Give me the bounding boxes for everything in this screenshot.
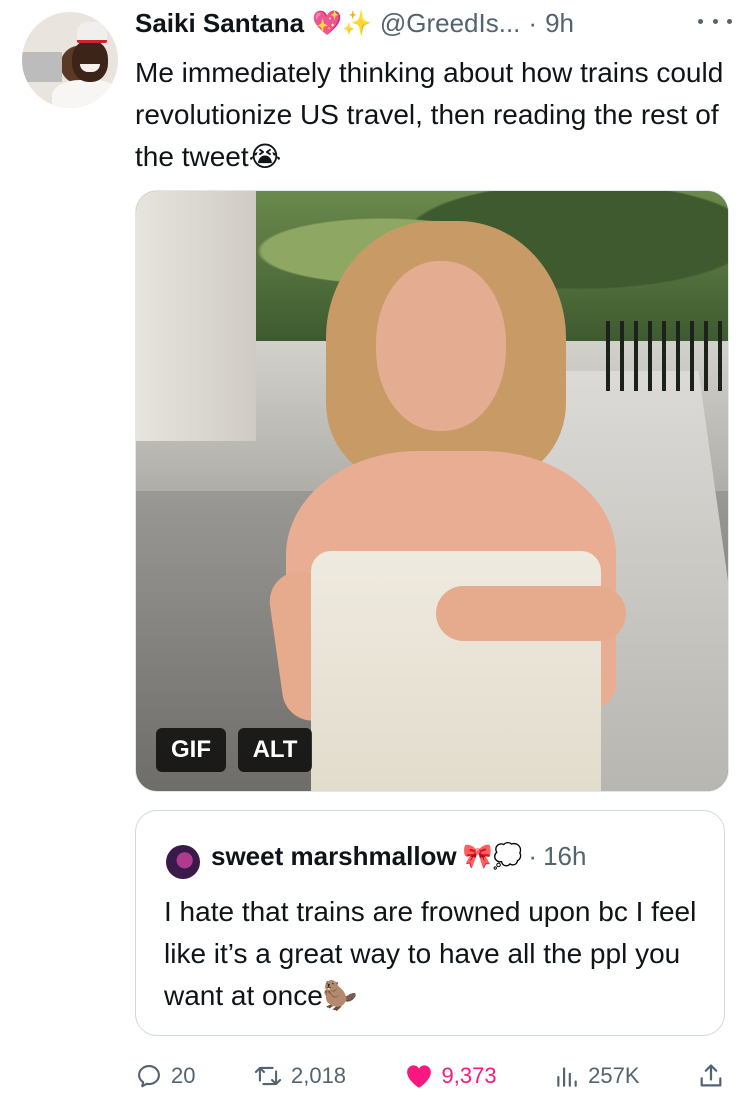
quote-separator: · [528,841,538,871]
tweet-timestamp[interactable]: 9h [545,8,574,39]
author-avatar[interactable] [22,12,118,108]
avatar-face [72,40,108,82]
quoted-tweet[interactable]: sweet marshmallow 🎀💭 · 16h I hate that t… [135,810,725,1036]
views-count: 257K [588,1063,640,1088]
heart-icon [404,1062,434,1090]
tweet-header: Saiki Santana 💖✨ @GreedIs... · 9h [135,8,574,39]
reply-icon [135,1062,163,1090]
retweet-count: 2,018 [290,1063,347,1088]
gif-building [136,191,256,441]
action-bar: 20 2,018 9,373 257K [135,1056,725,1096]
retweet-icon [253,1062,283,1090]
share-button[interactable] [697,1062,725,1090]
avatar-shirt [52,80,118,108]
quote-header: sweet marshmallow 🎀💭 · 16h [211,841,586,872]
retweet-button[interactable]: 2,018 [253,1062,346,1090]
quote-text: I hate that trains are frowned upon bc I… [164,896,697,1011]
views-button[interactable]: 257K [554,1063,640,1089]
quote-author-avatar [166,845,200,879]
views-icon [554,1063,580,1089]
gif-hands [436,586,626,641]
tweet-text: Me immediately thinking about how trains… [135,57,724,172]
alt-badge[interactable]: ALT [238,728,312,772]
author-name[interactable]: Saiki Santana [135,8,304,39]
tweet-gif[interactable] [135,190,729,792]
avatar-cap [77,22,107,43]
like-button[interactable]: 9,373 [404,1062,497,1090]
reply-button[interactable]: 20 [135,1062,195,1090]
more-icon[interactable] [698,14,732,28]
gif-fence [606,321,728,391]
quote-timestamp: 16h [543,841,587,871]
reply-count: 20 [171,1063,196,1088]
header-separator: · [528,8,538,38]
share-icon [697,1062,725,1090]
author-name-emojis: 💖✨ [312,9,372,37]
quote-name-emojis: 🎀💭 [462,842,523,870]
quote-author-name: sweet marshmallow [211,841,457,871]
author-handle[interactable]: @GreedIs... [380,8,521,39]
avatar-background [22,52,62,82]
gif-face [376,261,506,431]
gif-badge: GIF [156,728,226,772]
like-count: 9,373 [441,1063,497,1088]
